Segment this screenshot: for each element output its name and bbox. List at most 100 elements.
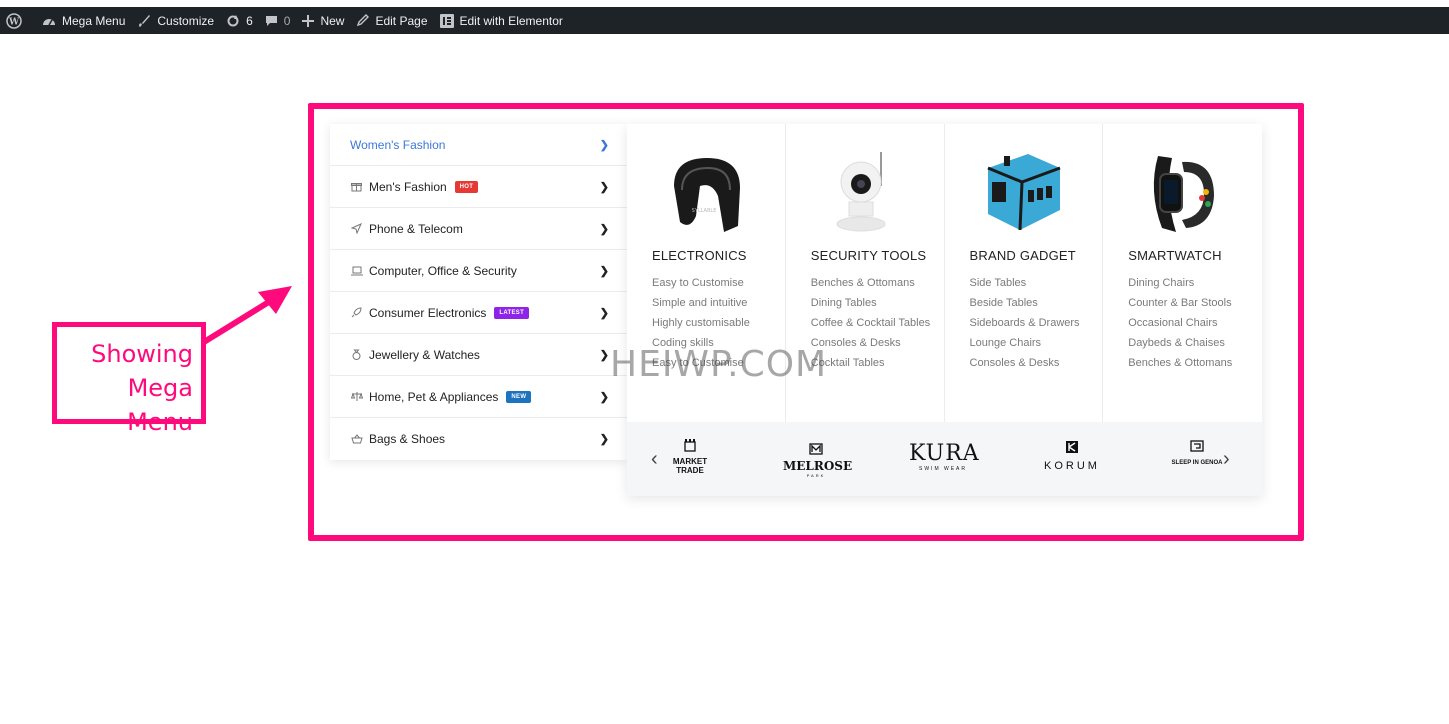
pencil-icon	[357, 14, 370, 27]
carousel-next-icon[interactable]: ›	[1223, 448, 1230, 471]
chevron-right-icon: ❯	[599, 223, 609, 235]
updates-button[interactable]: 6	[220, 7, 259, 34]
brand-name: KURA	[909, 441, 980, 466]
sidebar-item-womens-fashion[interactable]: Women's Fashion ❯	[330, 124, 627, 166]
sidebar-item-computer-office-security[interactable]: Computer, Office & Security ❯	[330, 250, 627, 292]
sidebar-item-label: Bags & Shoes	[369, 432, 446, 446]
column-link[interactable]: Occasional Chairs	[1128, 317, 1262, 329]
laptop-icon	[350, 264, 363, 277]
melrose-m-icon	[809, 443, 823, 455]
new-label: New	[320, 13, 345, 28]
wp-admin-bar: W Mega Menu Customize 6 0 New Edit Page …	[0, 7, 1449, 34]
sidebar-item-label: Jewellery & Watches	[369, 347, 480, 362]
refresh-icon	[227, 14, 239, 26]
paintbrush-icon	[139, 14, 151, 27]
column-link[interactable]: Dining Chairs	[1128, 277, 1262, 289]
brand-sub: SWIM WEAR	[919, 466, 967, 472]
brand-name: KORUM	[1044, 460, 1100, 472]
chevron-right-icon: ❯	[599, 139, 609, 151]
chevron-right-icon: ❯	[599, 349, 609, 361]
customize-label: Customize	[157, 13, 215, 28]
hot-badge: HOT	[454, 180, 479, 193]
edit-page-button[interactable]: Edit Page	[350, 7, 433, 34]
travel-adapter-icon[interactable]	[970, 146, 1070, 236]
security-camera-icon[interactable]	[811, 146, 911, 236]
elementor-icon	[439, 13, 454, 28]
carousel-prev-icon[interactable]: ‹	[651, 448, 658, 471]
column-link[interactable]: Benches & Ottomans	[811, 277, 944, 289]
plus-icon	[302, 14, 315, 27]
column-title: SMARTWATCH	[1128, 248, 1222, 263]
column-link[interactable]: Sideboards & Drawers	[970, 317, 1103, 329]
rocket-icon	[350, 306, 363, 319]
column-link[interactable]: Lounge Chairs	[970, 337, 1103, 349]
brand-name: MELROSE	[783, 459, 853, 473]
column-link[interactable]: Consoles & Desks	[811, 337, 944, 349]
comments-button[interactable]: 0	[259, 7, 297, 34]
sidebar-item-label: Phone & Telecom	[369, 221, 463, 236]
chevron-right-icon: ❯	[599, 433, 609, 446]
sidebar-item-home-pet-appliances[interactable]: Home, Pet & Appliances NEW ❯	[330, 376, 627, 418]
castle-crest-icon	[684, 439, 696, 452]
korum-k-icon	[1066, 441, 1078, 453]
brand-logo-korum[interactable]: KORUM	[1039, 440, 1105, 473]
dashboard-gauge-icon	[43, 18, 55, 25]
brand-logo-kura[interactable]: KURA SWIM WEAR	[909, 441, 980, 473]
sidebar-item-jewellery-watches[interactable]: Jewellery & Watches ❯	[330, 334, 627, 376]
column-link[interactable]: Cocktail Tables	[811, 357, 944, 369]
site-name-menu[interactable]: Mega Menu	[36, 7, 131, 34]
sidebar-item-label: Women's Fashion	[350, 137, 446, 152]
brand-carousel: ‹ MARKET TRADE MELROSE PARK KURA SWIM WE…	[627, 422, 1262, 496]
new-badge: NEW	[506, 390, 532, 403]
edit-elementor-label: Edit with Elementor	[459, 13, 563, 28]
column-title: BRAND GADGET	[969, 248, 1076, 263]
brand-logo-market-trade[interactable]: MARKET TRADE	[667, 438, 713, 475]
sidebar-item-label: Men's Fashion	[369, 179, 447, 194]
edit-page-label: Edit Page	[375, 13, 428, 28]
watermark-text: HEIWP.COM	[610, 344, 828, 385]
ring-icon	[350, 348, 363, 361]
column-title: ELECTRONICS	[652, 248, 747, 263]
sidebar-item-label: Consumer Electronics	[369, 305, 487, 320]
mega-column-brand-gadget: BRAND GADGET Side Tables Beside Tables S…	[945, 124, 1104, 422]
column-link[interactable]: Consoles & Desks	[970, 357, 1103, 369]
earbud-icon[interactable]: SYLLABLE	[652, 146, 752, 236]
brand-logo-melrose[interactable]: MELROSE PARK	[783, 442, 853, 478]
wordpress-logo-button[interactable]: W	[0, 7, 36, 34]
annotation-arrow-icon	[201, 286, 292, 345]
sidebar-item-phone-telecom[interactable]: Phone & Telecom ❯	[330, 208, 627, 250]
sidebar-item-bags-shoes[interactable]: Bags & Shoes ❯	[330, 418, 627, 460]
brand-sub: PARK	[806, 473, 826, 478]
annotation-callout: Showing Mega Menu	[52, 322, 206, 436]
column-link[interactable]: Benches & Ottomans	[1128, 357, 1262, 369]
chevron-right-icon: ❯	[599, 181, 609, 193]
sidebar-item-label: Computer, Office & Security	[369, 263, 517, 278]
sidebar-item-mens-fashion[interactable]: Men's Fashion HOT ❯	[330, 166, 627, 208]
gift-icon	[350, 180, 363, 193]
column-link[interactable]: Coffee & Cocktail Tables	[811, 317, 944, 329]
brand-logo-sleep-in-genoa[interactable]: SLEEP IN GENOA	[1165, 438, 1229, 467]
comment-bubble-icon	[265, 15, 277, 26]
category-sidebar: Women's Fashion ❯ Men's Fashion HOT ❯ Ph…	[330, 124, 627, 460]
column-link[interactable]: Easy to Customise	[652, 277, 785, 289]
annotation-line-1: Showing	[91, 340, 193, 368]
column-link[interactable]: Side Tables	[970, 277, 1103, 289]
column-link[interactable]: Highly customisable	[652, 317, 785, 329]
annotation-line-2: Mega Menu	[127, 374, 193, 436]
sidebar-item-consumer-electronics[interactable]: Consumer Electronics LATEST ❯	[330, 292, 627, 334]
column-link[interactable]: Beside Tables	[970, 297, 1103, 309]
column-link[interactable]: Daybeds & Chaises	[1128, 337, 1262, 349]
chevron-right-icon: ❯	[599, 307, 609, 319]
wordpress-icon: W	[6, 12, 22, 29]
svg-text:SYLLABLE: SYLLABLE	[692, 208, 717, 214]
fitness-band-icon[interactable]	[1128, 146, 1228, 236]
column-link[interactable]: Simple and intuitive	[652, 297, 785, 309]
column-title: SECURITY TOOLS	[810, 248, 927, 263]
customize-button[interactable]: Customize	[131, 7, 220, 34]
column-link[interactable]: Dining Tables	[811, 297, 944, 309]
edit-with-elementor-button[interactable]: Edit with Elementor	[434, 7, 569, 34]
column-link[interactable]: Counter & Bar Stools	[1128, 297, 1262, 309]
updates-count: 6	[246, 13, 253, 28]
paper-plane-icon	[350, 222, 363, 235]
new-content-button[interactable]: New	[296, 7, 350, 34]
